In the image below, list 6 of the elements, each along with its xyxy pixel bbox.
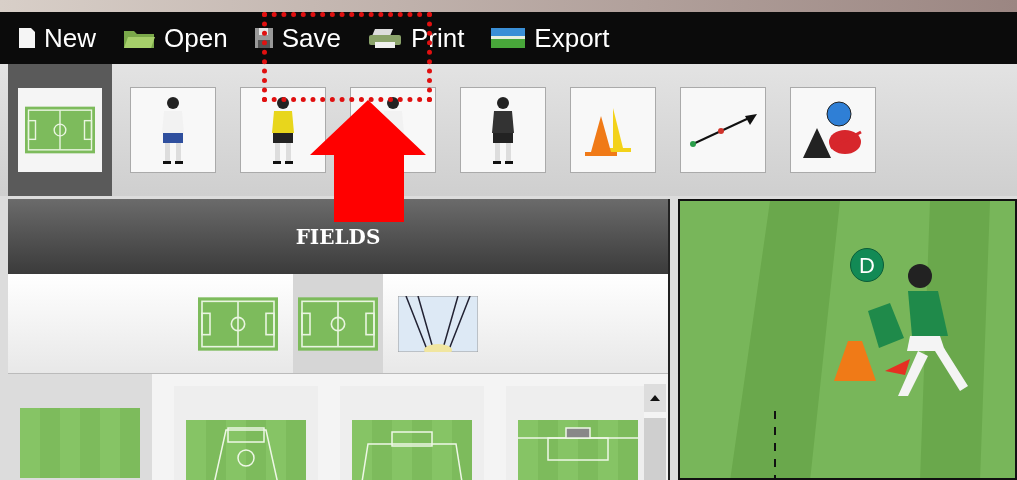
menu-button[interactable]: Export	[490, 18, 610, 58]
menu-button[interactable]: Print	[366, 18, 465, 58]
menu-button[interactable]: Save	[253, 18, 341, 58]
panel-title: FIELDS	[295, 223, 381, 251]
menu-button[interactable]: Open	[122, 18, 228, 58]
menu-button[interactable]: New	[18, 18, 96, 58]
